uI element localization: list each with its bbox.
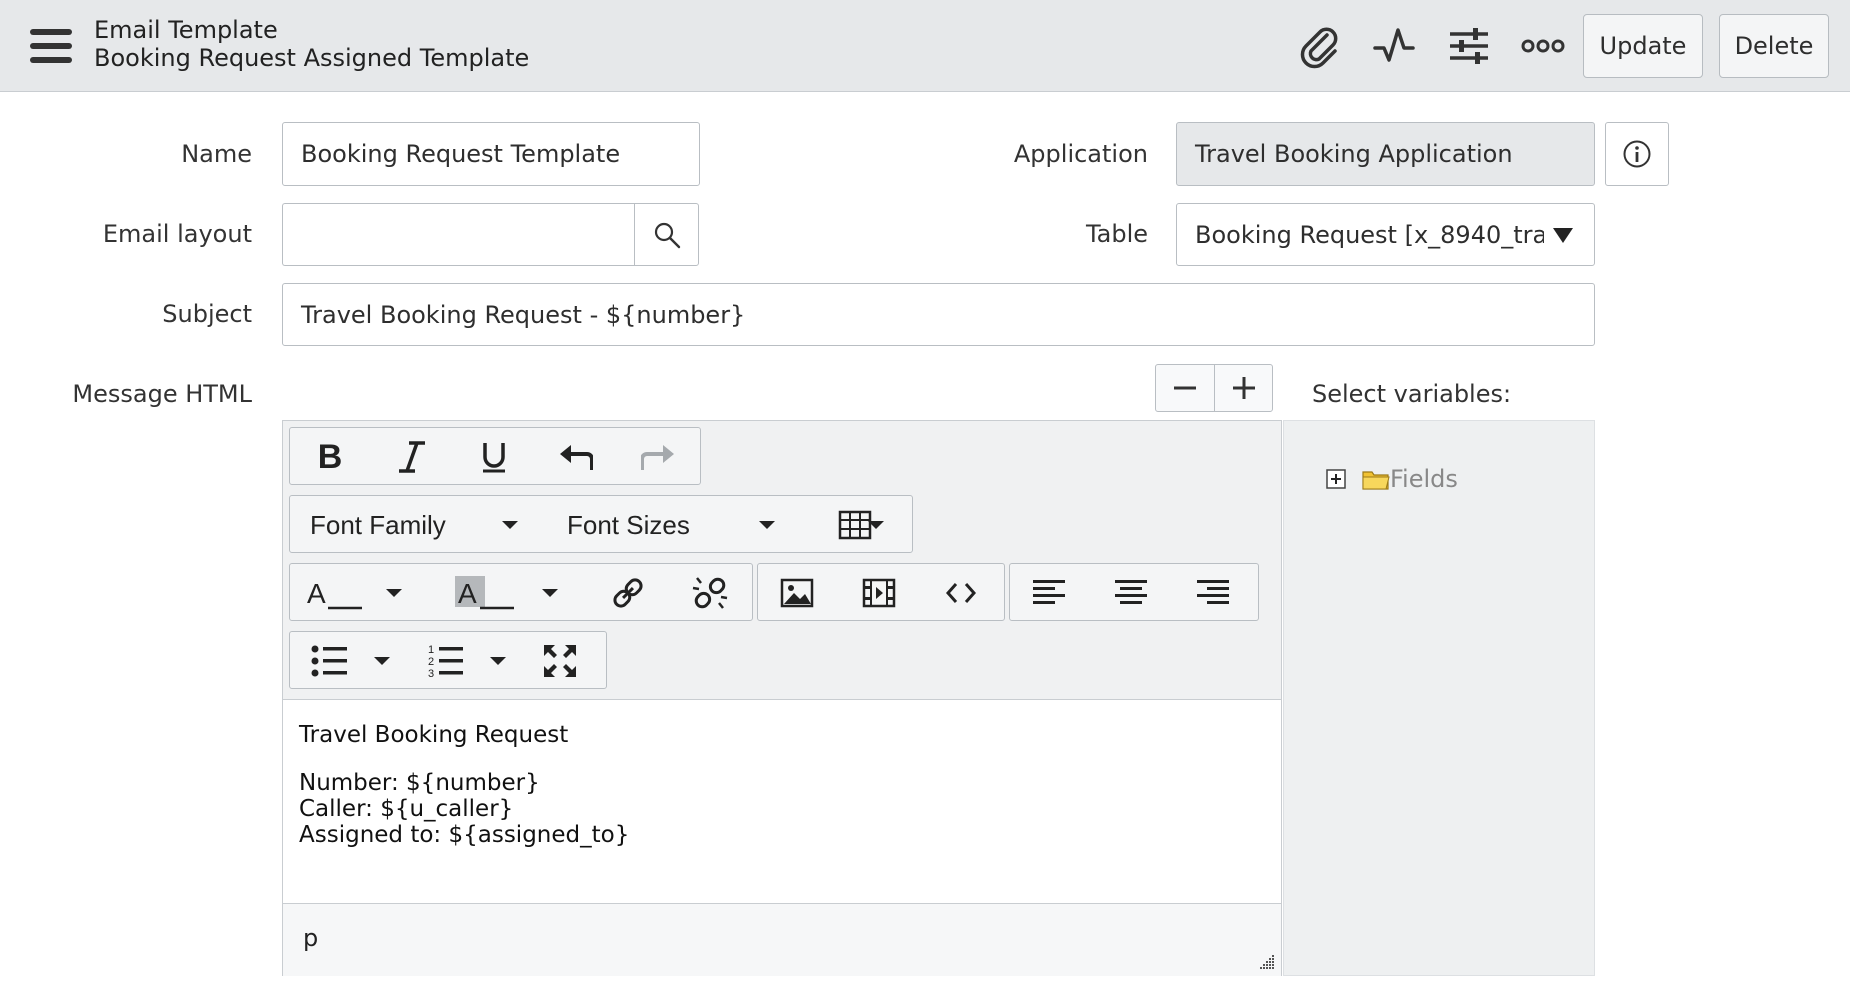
info-icon[interactable]: [1605, 122, 1669, 186]
content-heading: Travel Booking Request: [299, 722, 569, 748]
format-group: B: [289, 427, 701, 485]
resize-handle-icon[interactable]: [1259, 954, 1275, 970]
table-caret-icon[interactable]: [868, 521, 884, 529]
font-sizes-caret-icon[interactable]: [759, 521, 775, 529]
name-label: Name: [181, 140, 252, 168]
application-label: Application: [1013, 140, 1148, 168]
rich-text-editor: B Font Family Font Sizes A A 1 2 3 Trave…: [282, 420, 1282, 976]
table-label: Table: [1085, 220, 1148, 248]
text-color-caret-icon[interactable]: [386, 589, 402, 597]
video-icon[interactable]: [848, 568, 910, 618]
plus-icon[interactable]: [1215, 365, 1273, 411]
table-insert-icon[interactable]: [810, 500, 900, 550]
variables-panel: Fields: [1283, 420, 1595, 976]
image-icon[interactable]: [766, 568, 828, 618]
more-options-icon[interactable]: [1517, 20, 1569, 72]
svg-text:1: 1: [428, 644, 434, 656]
subject-field[interactable]: Travel Booking Request - ${number}: [282, 283, 1595, 346]
update-button[interactable]: Update: [1583, 14, 1703, 78]
bullet-list-caret-icon[interactable]: [374, 657, 390, 665]
element-path: p: [303, 924, 319, 952]
header-subtitle: Booking Request Assigned Template: [94, 44, 530, 72]
font-family-caret-icon[interactable]: [502, 521, 518, 529]
editor-statusbar: p: [283, 903, 1281, 976]
underline-icon[interactable]: [464, 432, 524, 482]
svg-text:3: 3: [428, 668, 434, 679]
minus-icon[interactable]: [1156, 365, 1215, 411]
paperclip-icon[interactable]: [1294, 20, 1346, 72]
svg-text:A: A: [458, 578, 477, 609]
source-code-icon[interactable]: [930, 568, 992, 618]
search-icon[interactable]: [634, 203, 699, 266]
message-html-label: Message HTML: [72, 380, 252, 408]
numbered-list-icon[interactable]: 123: [416, 636, 476, 686]
align-left-icon[interactable]: [1018, 568, 1080, 618]
expand-icon[interactable]: [1326, 469, 1346, 489]
subject-label: Subject: [162, 300, 252, 328]
menu-icon[interactable]: [30, 29, 74, 65]
editor-toolbar: B Font Family Font Sizes A A 1 2 3: [283, 421, 1281, 700]
email-layout-label: Email layout: [102, 220, 252, 248]
font-group: Font Family Font Sizes: [289, 495, 913, 553]
align-right-icon[interactable]: [1182, 568, 1244, 618]
activity-icon[interactable]: [1368, 20, 1420, 72]
table-select[interactable]: Booking Request [x_8940_tra…: [1176, 203, 1595, 266]
bold-icon[interactable]: B: [300, 432, 360, 482]
font-sizes-label: Font Sizes: [567, 510, 690, 540]
list-group: 123: [289, 631, 607, 689]
editor-content[interactable]: Travel Booking Request Number: ${number}…: [283, 700, 1281, 880]
color-link-group: A A: [289, 563, 753, 621]
media-group: [757, 563, 1005, 621]
link-icon[interactable]: [598, 568, 658, 618]
bullet-list-icon[interactable]: [300, 636, 360, 686]
chevron-down-icon[interactable]: [1553, 228, 1573, 243]
content-number-line: Number: ${number}: [299, 770, 540, 796]
content-caller-line: Caller: ${u_caller}: [299, 796, 514, 822]
settings-sliders-icon[interactable]: [1443, 20, 1495, 72]
font-family-label: Font Family: [310, 510, 446, 540]
redo-icon[interactable]: [628, 432, 688, 482]
table-selected-value: Booking Request [x_8940_tra…: [1195, 220, 1544, 249]
header-title: Email Template: [94, 16, 278, 44]
numbered-list-caret-icon[interactable]: [490, 657, 506, 665]
fields-tree-node[interactable]: Fields: [1390, 465, 1458, 493]
name-field[interactable]: Booking Request Template: [282, 122, 700, 186]
application-field[interactable]: Travel Booking Application: [1176, 122, 1595, 186]
svg-text:2: 2: [428, 656, 434, 668]
unlink-icon[interactable]: [680, 568, 740, 618]
editor-size-controls: [1155, 364, 1273, 412]
form-header: Email Template Booking Request Assigned …: [0, 0, 1850, 92]
background-color-caret-icon[interactable]: [542, 589, 558, 597]
folder-icon: [1362, 467, 1390, 491]
background-color-icon[interactable]: A: [450, 568, 520, 618]
undo-icon[interactable]: [546, 432, 606, 482]
select-variables-label: Select variables:: [1312, 380, 1512, 408]
align-center-icon[interactable]: [1100, 568, 1162, 618]
svg-text:A: A: [307, 578, 326, 609]
delete-button[interactable]: Delete: [1719, 14, 1829, 78]
fullscreen-icon[interactable]: [530, 636, 590, 686]
align-group: [1009, 563, 1259, 621]
text-color-icon[interactable]: A: [300, 568, 370, 618]
italic-icon[interactable]: [382, 432, 442, 482]
email-layout-field[interactable]: [282, 203, 636, 266]
content-assigned-line: Assigned to: ${assigned_to}: [299, 822, 630, 848]
